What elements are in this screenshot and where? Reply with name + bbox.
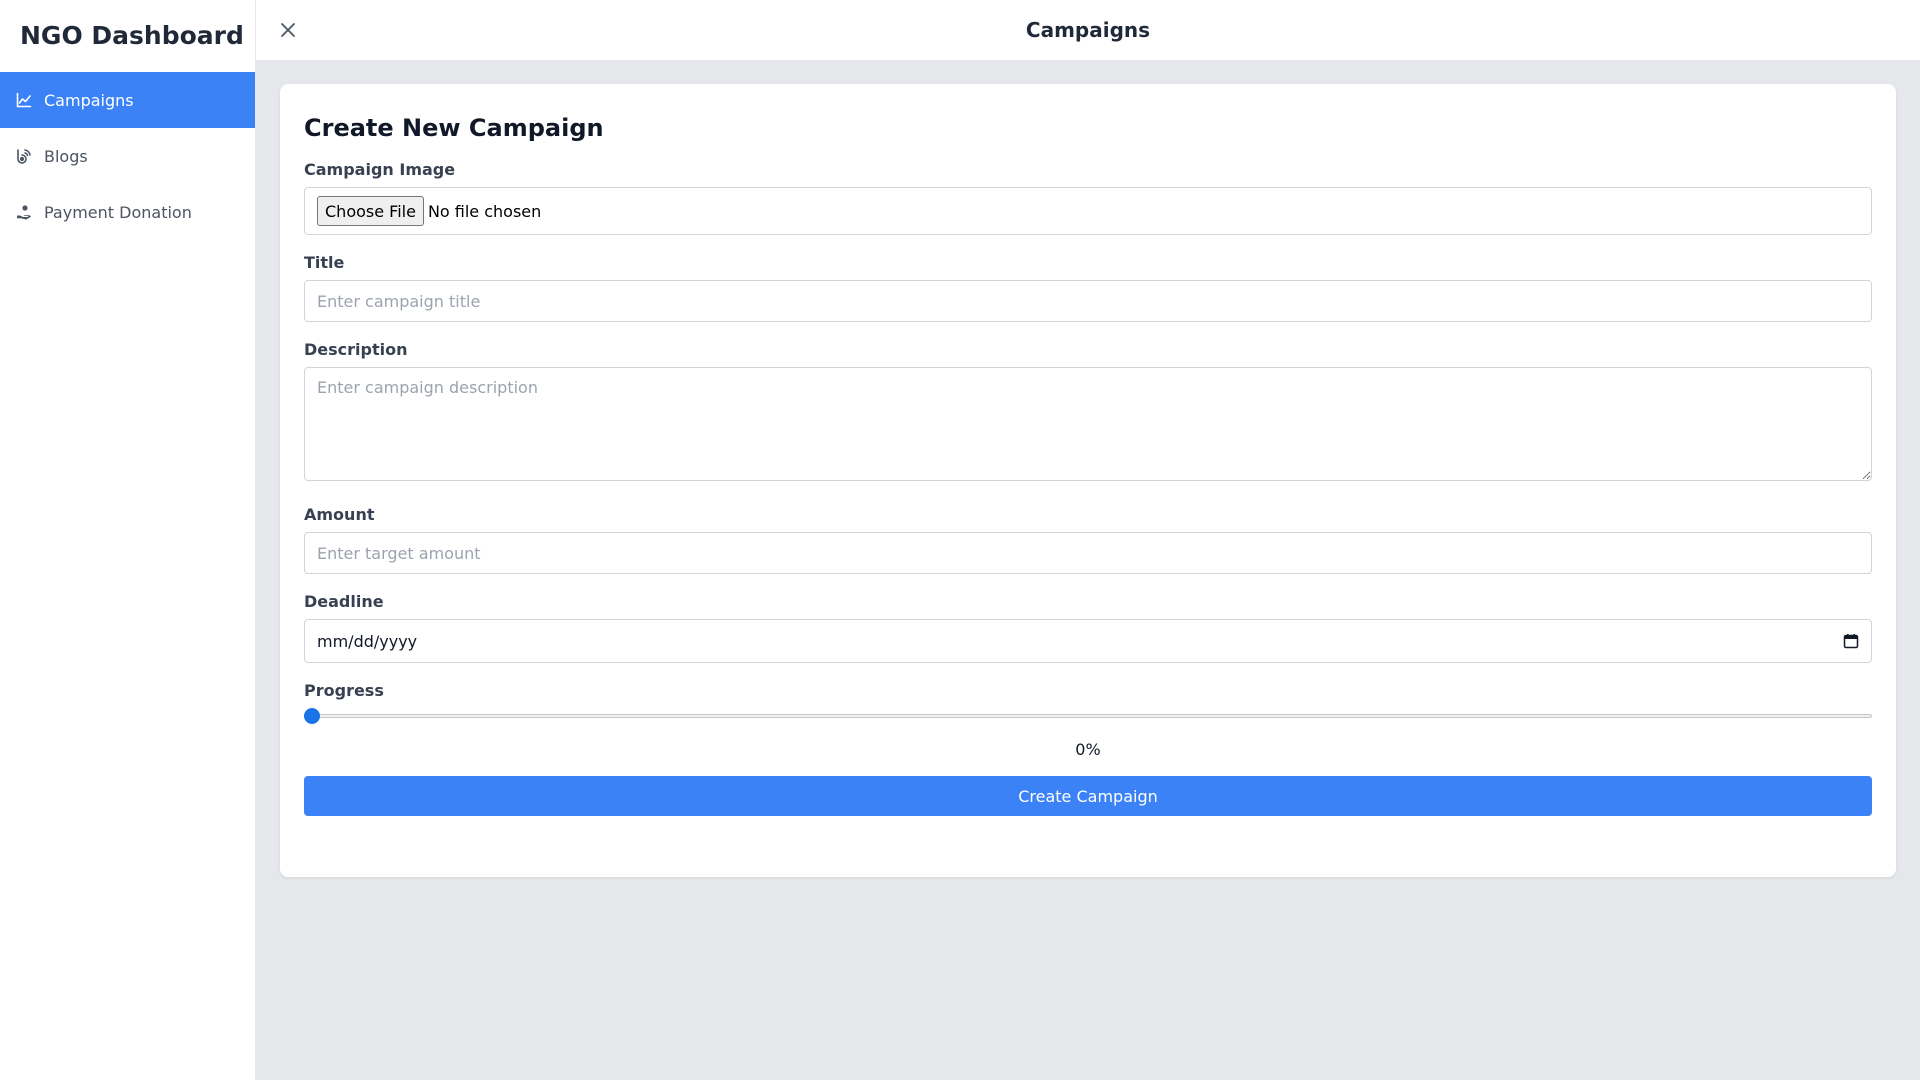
- file-status: No file chosen: [427, 201, 542, 221]
- create-campaign-card: Create New Campaign Campaign Image Choos…: [280, 84, 1896, 877]
- choose-file-button[interactable]: Choose File: [317, 196, 424, 226]
- brand-title: NGO Dashboard: [20, 20, 244, 50]
- page-title: Campaigns: [1025, 18, 1151, 42]
- sidebar-item-campaigns[interactable]: Campaigns: [0, 72, 255, 128]
- hand-donation-icon: [16, 204, 32, 220]
- campaign-image-label: Campaign Image: [304, 160, 456, 179]
- amount-label: Amount: [304, 505, 375, 524]
- description-textarea[interactable]: [304, 367, 1872, 481]
- chart-line-icon: [16, 92, 32, 108]
- description-label: Description: [304, 340, 408, 359]
- top-bar: Campaigns: [256, 0, 1920, 60]
- progress-value: 0%: [1075, 740, 1101, 759]
- slider-track: [304, 714, 1872, 718]
- sidebar-item-label: Payment Donation: [44, 202, 192, 222]
- amount-input[interactable]: [304, 532, 1872, 574]
- close-icon: [281, 23, 295, 37]
- calendar-icon[interactable]: [1843, 633, 1859, 649]
- create-campaign-button[interactable]: Create Campaign: [304, 776, 1872, 816]
- sidebar-item-payment-donation[interactable]: Payment Donation: [0, 184, 255, 240]
- blog-icon: [16, 148, 32, 164]
- deadline-value: mm/dd/yyyy: [317, 631, 418, 651]
- form-title: Create New Campaign: [304, 114, 604, 142]
- close-button[interactable]: [272, 14, 304, 46]
- progress-label: Progress: [304, 681, 384, 700]
- title-label: Title: [304, 253, 345, 272]
- progress-slider[interactable]: [304, 706, 1872, 726]
- deadline-label: Deadline: [304, 592, 384, 611]
- sidebar: NGO Dashboard Campaigns Blogs Payment Do…: [0, 0, 256, 1080]
- slider-thumb[interactable]: [304, 708, 320, 724]
- sidebar-item-label: Campaigns: [44, 90, 134, 110]
- title-input[interactable]: [304, 280, 1872, 322]
- deadline-date-input[interactable]: mm/dd/yyyy: [304, 619, 1872, 663]
- campaign-image-input[interactable]: Choose File No file chosen: [304, 187, 1872, 235]
- sidebar-item-label: Blogs: [44, 146, 88, 166]
- sidebar-item-blogs[interactable]: Blogs: [0, 128, 255, 184]
